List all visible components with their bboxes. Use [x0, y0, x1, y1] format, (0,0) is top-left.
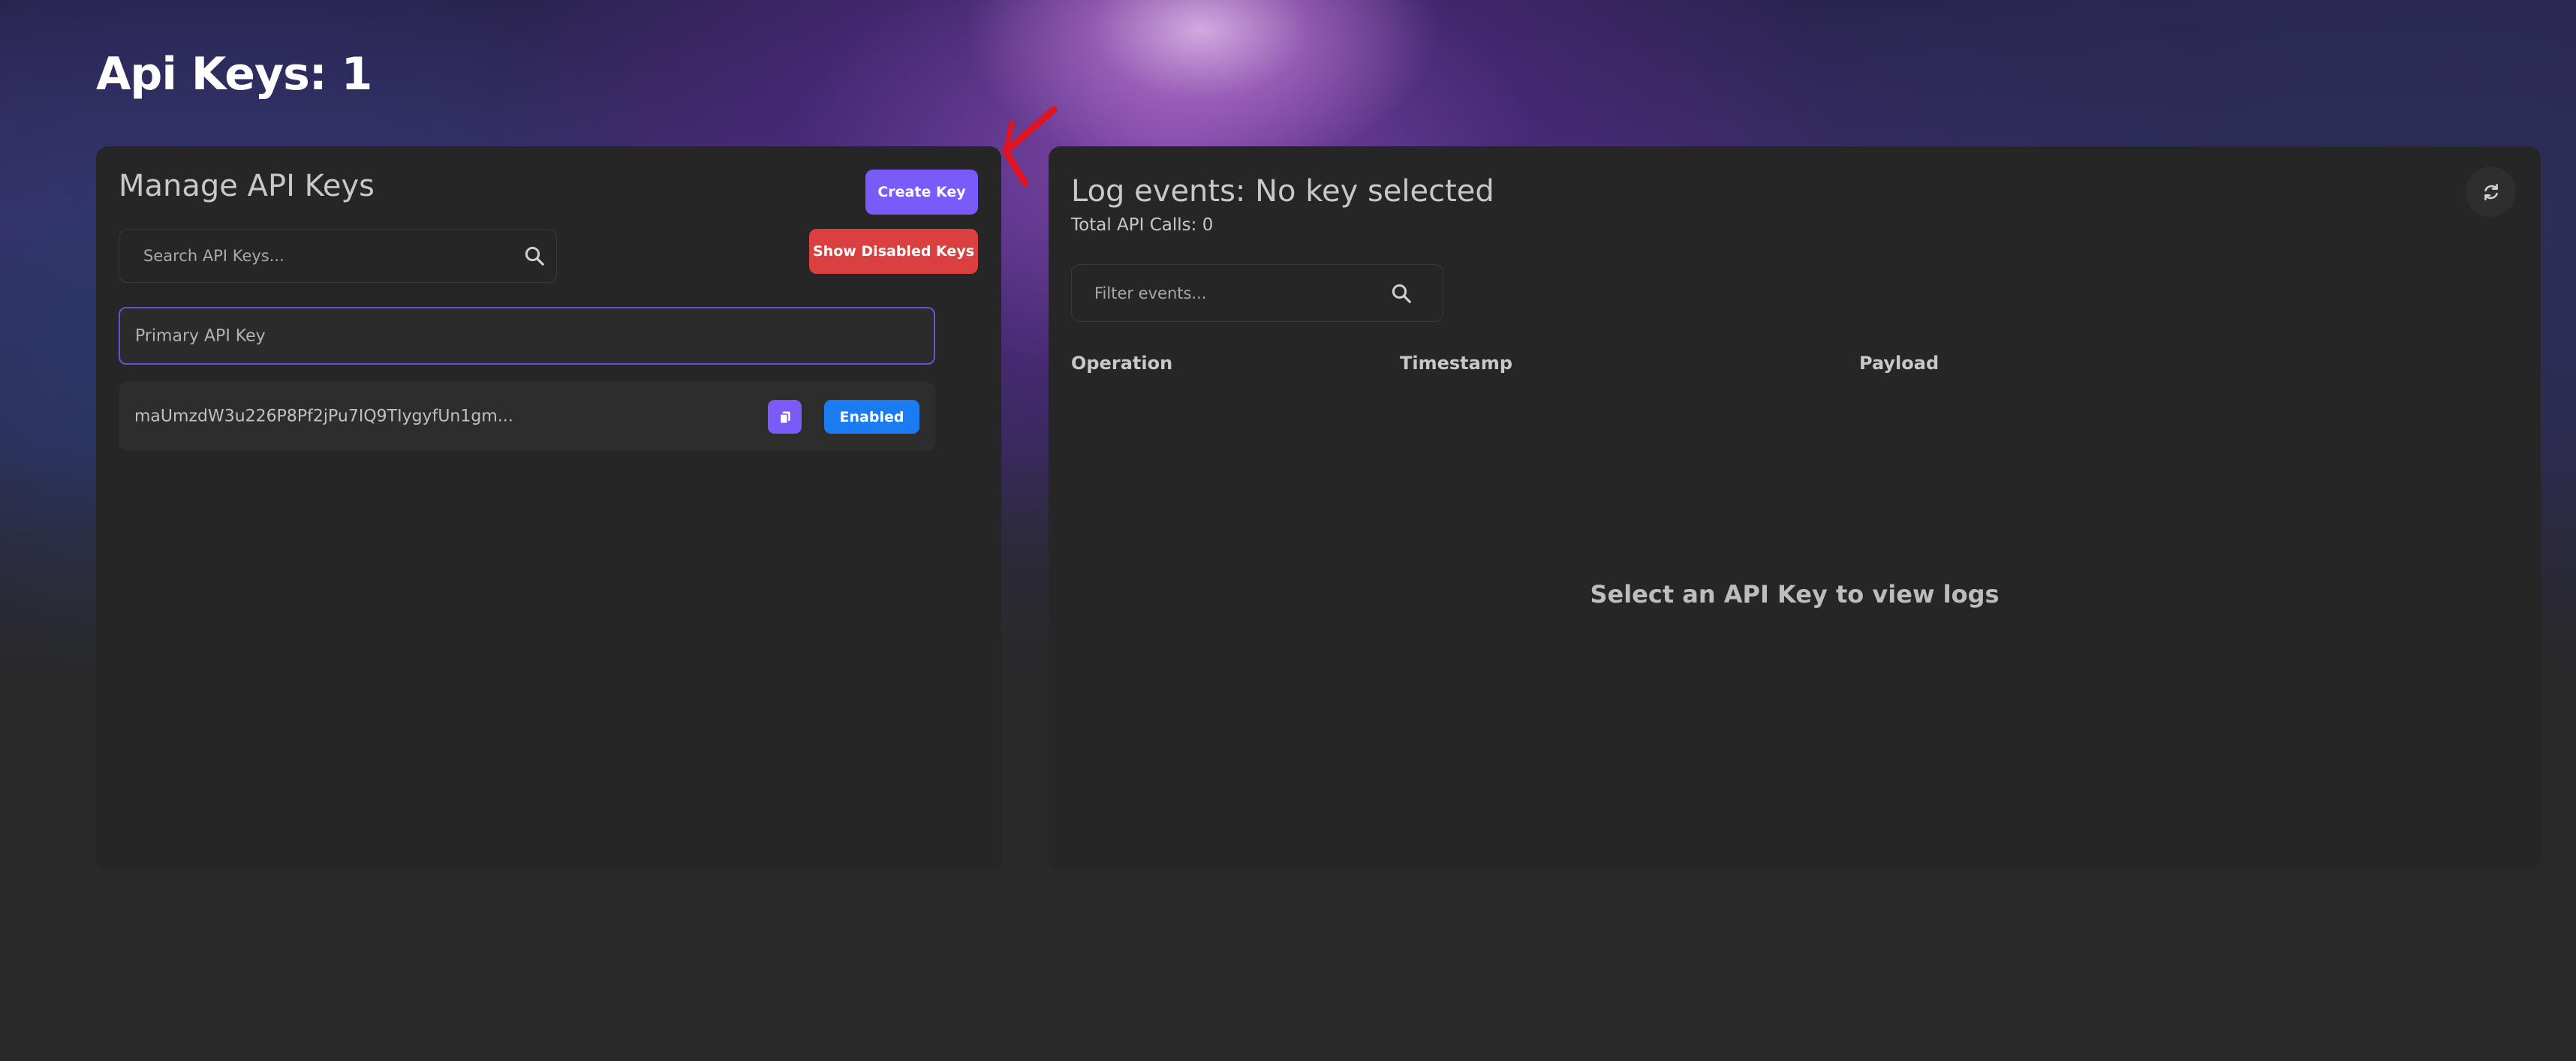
search-api-keys-input[interactable]: Search API Keys...	[119, 229, 557, 283]
total-api-calls: Total API Calls: 0	[1071, 215, 1214, 235]
page: Api Keys: 1 Manage API Keys Create Key S…	[0, 0, 2576, 1061]
key-status-toggle[interactable]: Enabled	[824, 400, 919, 434]
show-disabled-keys-button[interactable]: Show Disabled Keys	[809, 229, 978, 274]
copy-key-button[interactable]	[768, 400, 802, 434]
empty-logs-message: Select an API Key to view logs	[1590, 580, 2000, 609]
key-name-value: Primary API Key	[135, 326, 266, 345]
page-heading: Api Keys: 1	[96, 48, 372, 101]
manage-keys-panel: Manage API Keys Create Key Show Disabled…	[96, 146, 1001, 870]
log-events-panel: Log events: No key selected Total API Ca…	[1049, 146, 2541, 870]
column-header-timestamp: Timestamp	[1400, 353, 1513, 374]
filter-events-placeholder: Filter events...	[1094, 284, 1207, 302]
manage-keys-title: Manage API Keys	[119, 169, 375, 203]
log-events-title: Log events: No key selected	[1071, 174, 1494, 209]
search-icon[interactable]	[1390, 282, 1413, 305]
column-header-operation: Operation	[1071, 353, 1173, 374]
search-icon[interactable]	[523, 245, 546, 267]
refresh-icon	[2484, 183, 2498, 200]
copy-icon	[779, 411, 790, 424]
key-name-field[interactable]: Primary API Key	[119, 307, 935, 365]
create-key-button[interactable]: Create Key	[865, 170, 978, 215]
filter-events-input[interactable]: Filter events...	[1071, 264, 1443, 322]
annotation-arrow-icon	[1002, 106, 1057, 187]
refresh-button[interactable]	[2466, 167, 2516, 217]
search-api-keys-placeholder: Search API Keys...	[143, 247, 284, 265]
column-header-payload: Payload	[1859, 353, 1940, 374]
api-key-text: maUmzdW3u226P8Pf2jPu7IQ9TIygyfUn1gm...	[134, 407, 513, 426]
api-key-row: maUmzdW3u226P8Pf2jPu7IQ9TIygyfUn1gm... E…	[119, 382, 935, 451]
